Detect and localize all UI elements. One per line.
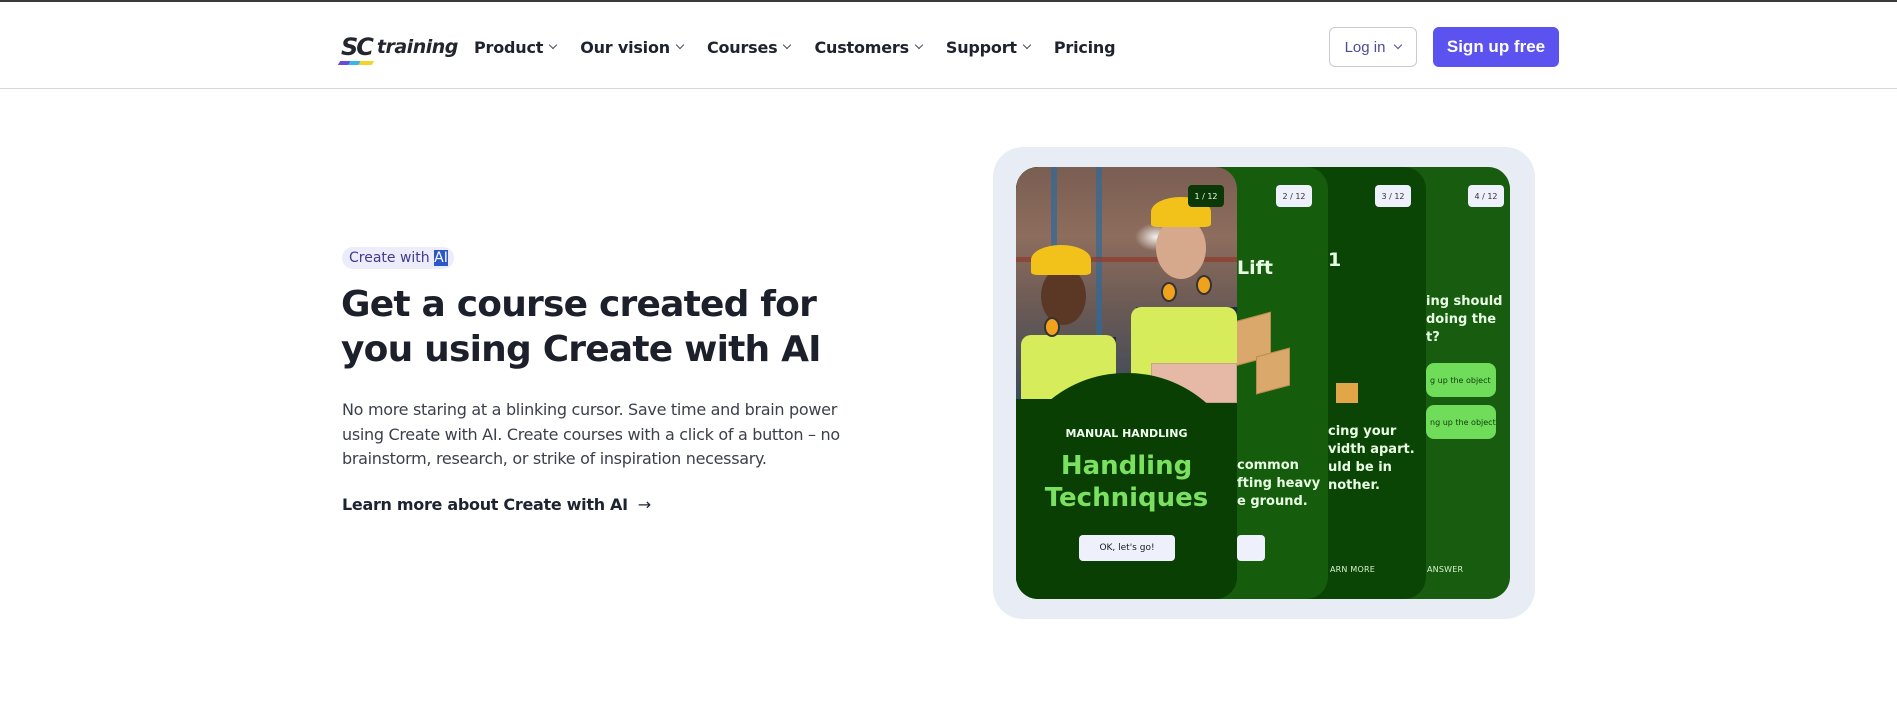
card-footer-label[interactable]: ANSWER — [1427, 565, 1463, 574]
card-pager: 3 / 12 — [1375, 185, 1411, 207]
hero-description: No more staring at a blinking cursor. Sa… — [342, 400, 840, 468]
logo-rainbow-stripe-icon — [337, 61, 375, 65]
nav-item-our-vision[interactable]: Our vision — [580, 37, 685, 57]
course-card-1[interactable]: 1 / 12 MANUAL HANDLING Handling Techniqu… — [1016, 167, 1237, 599]
card-continue-button[interactable] — [1237, 535, 1265, 561]
nav-item-courses[interactable]: Courses — [706, 37, 792, 57]
lets-go-button[interactable]: OK, let's go! — [1079, 535, 1175, 561]
logo-text: training — [376, 36, 458, 58]
learn-more-label: Learn more about Create with AI — [342, 495, 628, 514]
box-illustration-icon — [1336, 383, 1358, 403]
chevron-down-icon — [914, 40, 924, 50]
chevron-down-icon — [548, 40, 558, 50]
earmuff-icon — [1161, 282, 1177, 302]
arrow-right-icon: → — [637, 495, 651, 514]
shelf-post — [1096, 167, 1102, 337]
learn-more-link[interactable]: Learn more about Create with AI → — [342, 495, 651, 514]
card-pager: 1 / 12 — [1188, 185, 1224, 207]
nav-item-customers[interactable]: Customers — [814, 37, 924, 57]
earmuff-icon — [1044, 317, 1060, 337]
card-body-text: common fting heavy e ground. — [1237, 458, 1321, 509]
nav-label: Customers — [814, 37, 909, 57]
worker-face — [1041, 267, 1086, 325]
badge-text: Create with — [349, 250, 435, 266]
main-nav: Product Our vision Courses Customers Sup… — [474, 34, 1139, 60]
hero-title: Get a course created for you using Creat… — [341, 284, 822, 370]
nav-label: Product — [474, 37, 544, 57]
nav-label: Our vision — [580, 37, 670, 57]
signup-button[interactable]: Sign up free — [1433, 27, 1559, 67]
chevron-down-icon — [1022, 40, 1032, 50]
answer-option-1[interactable]: g up the object — [1426, 363, 1496, 397]
site-header: SC training Product Our vision Courses C… — [0, 2, 1897, 89]
chevron-down-icon — [1394, 40, 1403, 50]
card-question-text: ing should doing the t? — [1426, 294, 1503, 345]
card-title-fragment: 1 — [1328, 249, 1342, 271]
create-with-ai-badge: Create with AI — [342, 247, 454, 269]
login-label: Log in — [1344, 38, 1386, 56]
sc-training-logo[interactable]: SC training — [337, 32, 458, 65]
nav-label: Courses — [706, 37, 778, 57]
card-footer-label[interactable]: ARN MORE — [1330, 565, 1375, 574]
card-body-text: cing your vidth apart. uld be in nother. — [1328, 424, 1415, 493]
hard-hat-icon — [1031, 245, 1091, 275]
chevron-down-icon — [783, 40, 792, 50]
nav-label: Pricing — [1053, 37, 1116, 57]
earmuff-icon — [1196, 275, 1212, 295]
chevron-down-icon — [675, 40, 685, 50]
card-title: Handling Techniques — [1044, 451, 1209, 513]
card-kicker: MANUAL HANDLING — [1065, 427, 1188, 440]
box-illustration-icon — [1256, 347, 1290, 395]
nav-item-support[interactable]: Support — [945, 37, 1032, 57]
nav-item-product[interactable]: Product — [474, 37, 558, 57]
card-pager: 2 / 12 — [1276, 185, 1312, 207]
login-button[interactable]: Log in — [1329, 27, 1417, 67]
card-pager: 4 / 12 — [1468, 185, 1504, 207]
nav-label: Support — [945, 37, 1017, 57]
course-cards-stack: 4 / 12 ing should doing the t? g up the … — [1016, 167, 1510, 599]
logo-mark: SC — [341, 33, 374, 61]
answer-option-2[interactable]: ng up the object — [1426, 405, 1496, 439]
card-title-fragment: Lift — [1237, 257, 1273, 279]
badge-selected-text: AI — [434, 250, 448, 266]
nav-item-pricing[interactable]: Pricing — [1054, 38, 1116, 57]
